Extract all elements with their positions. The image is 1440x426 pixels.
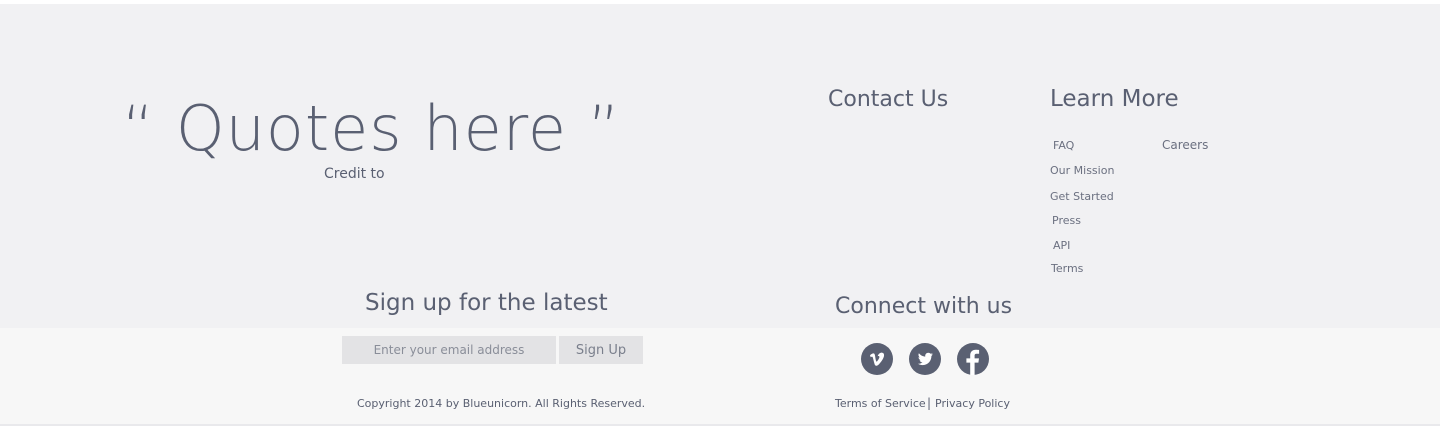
- link-press[interactable]: Press: [1052, 214, 1081, 227]
- learn-more-heading: Learn More: [1050, 86, 1179, 112]
- terms-of-service-link[interactable]: Terms of Service: [835, 397, 926, 410]
- connect-heading: Connect with us: [835, 294, 1013, 319]
- contact-heading: Contact Us: [828, 87, 949, 112]
- link-careers[interactable]: Careers: [1162, 138, 1208, 152]
- email-input[interactable]: [342, 336, 556, 364]
- signup-heading: Sign up for the latest: [365, 290, 608, 316]
- link-api[interactable]: API: [1053, 239, 1070, 252]
- privacy-policy-link[interactable]: Privacy Policy: [935, 397, 1010, 410]
- quote-text: “ Quotes here ”: [122, 92, 621, 165]
- signup-button[interactable]: Sign Up: [559, 336, 643, 364]
- link-our-mission[interactable]: Our Mission: [1050, 164, 1114, 177]
- facebook-icon[interactable]: [957, 343, 989, 375]
- footer-separator: |: [927, 396, 932, 410]
- footer-top-section: [0, 4, 1440, 328]
- link-faq[interactable]: FAQ: [1053, 139, 1074, 152]
- link-terms[interactable]: Terms: [1051, 262, 1083, 275]
- link-get-started[interactable]: Get Started: [1050, 190, 1114, 203]
- quote-credit: Credit to: [324, 166, 385, 182]
- twitter-icon[interactable]: [909, 343, 941, 375]
- footer-bottom-section: [0, 328, 1440, 424]
- vimeo-icon[interactable]: [861, 343, 893, 375]
- copyright-text: Copyright 2014 by Blueunicorn. All Right…: [357, 397, 646, 410]
